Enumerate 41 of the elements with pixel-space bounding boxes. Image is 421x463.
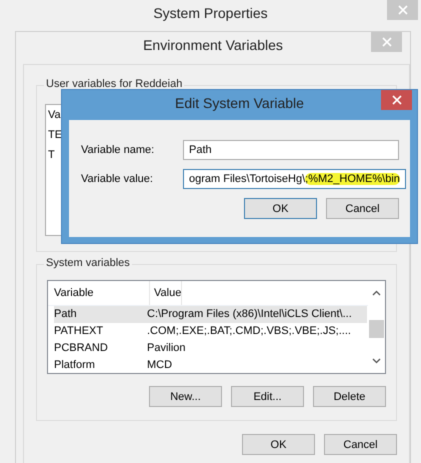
dialog-button[interactable]: OK (244, 198, 317, 219)
input-field[interactable]: ogram Files\TortoiseHg\;%M2_HOME%\bin (183, 169, 406, 189)
column-header[interactable]: Variable (48, 281, 150, 305)
dialog-button[interactable]: Cancel (326, 198, 399, 219)
table-cell-text: Platform (54, 358, 96, 373)
table-cell-text: Path (54, 307, 78, 322)
table-row[interactable]: PCBRAND Pavilion (54, 340, 367, 357)
table-cell-text: T (47, 148, 56, 163)
window-title: Edit System Variable (174, 94, 305, 113)
table-row[interactable]: PATHEXT .COM;.EXE;.BAT;.CMD;.VBS;.VBE;.JS;.... (54, 323, 367, 340)
window-title: System Properties (152, 4, 269, 21)
close-icon (392, 95, 402, 105)
table-cell-text: .COM;.EXE;.BAT;.CMD;.VBS;.VBE;.JS;.... (146, 324, 351, 339)
group-label: User variables for Reddeiah (44, 78, 184, 90)
table-cell-text: PCBRAND (54, 341, 109, 356)
scroll-thumb[interactable] (369, 320, 384, 338)
group-label: System variables (44, 257, 132, 269)
field-label: Variable name: (81, 144, 156, 156)
dialog-button[interactable]: OK (242, 434, 315, 455)
table-row[interactable]: Platform MCD (54, 357, 367, 373)
table-cell-text: C:\Program Files (x86)\Intel\iCLS Client\... (146, 307, 352, 322)
column-header[interactable]: Value (150, 281, 182, 305)
table-cell-text: TE (47, 128, 64, 143)
input-field[interactable]: Path (183, 140, 399, 160)
close-icon (398, 5, 408, 15)
field-label: Variable value: (81, 173, 154, 185)
dialog-button[interactable]: Cancel (324, 434, 397, 455)
dialog-button[interactable]: Delete (313, 386, 386, 407)
table-row[interactable]: Path C:\Program Files (x86)\Intel\iCLS Client\... (54, 306, 367, 323)
table-cell-text: MCD (146, 358, 172, 373)
scroll-up-icon[interactable] (372, 290, 381, 296)
variables-list[interactable]: Variable Value Path C:\Program Files (x86)\Intel\iCLS Client\... PATHEXT .COM;.EXE;.BAT;.CMD;.VBS;.VBE;.JS;.... PCBRAND Pavilion Platform MCD (47, 280, 386, 374)
column-header: Va (47, 108, 62, 123)
dialog-button[interactable]: New... (149, 386, 222, 407)
close-icon (382, 37, 392, 47)
window-title: Environment Variables (142, 36, 284, 55)
table-cell-text: PATHEXT (54, 324, 104, 339)
table-cell-text: Pavilion (146, 341, 186, 356)
dialog-button[interactable]: Edit... (231, 386, 304, 407)
scroll-down-icon[interactable] (372, 358, 381, 364)
close-button[interactable] (381, 90, 412, 110)
